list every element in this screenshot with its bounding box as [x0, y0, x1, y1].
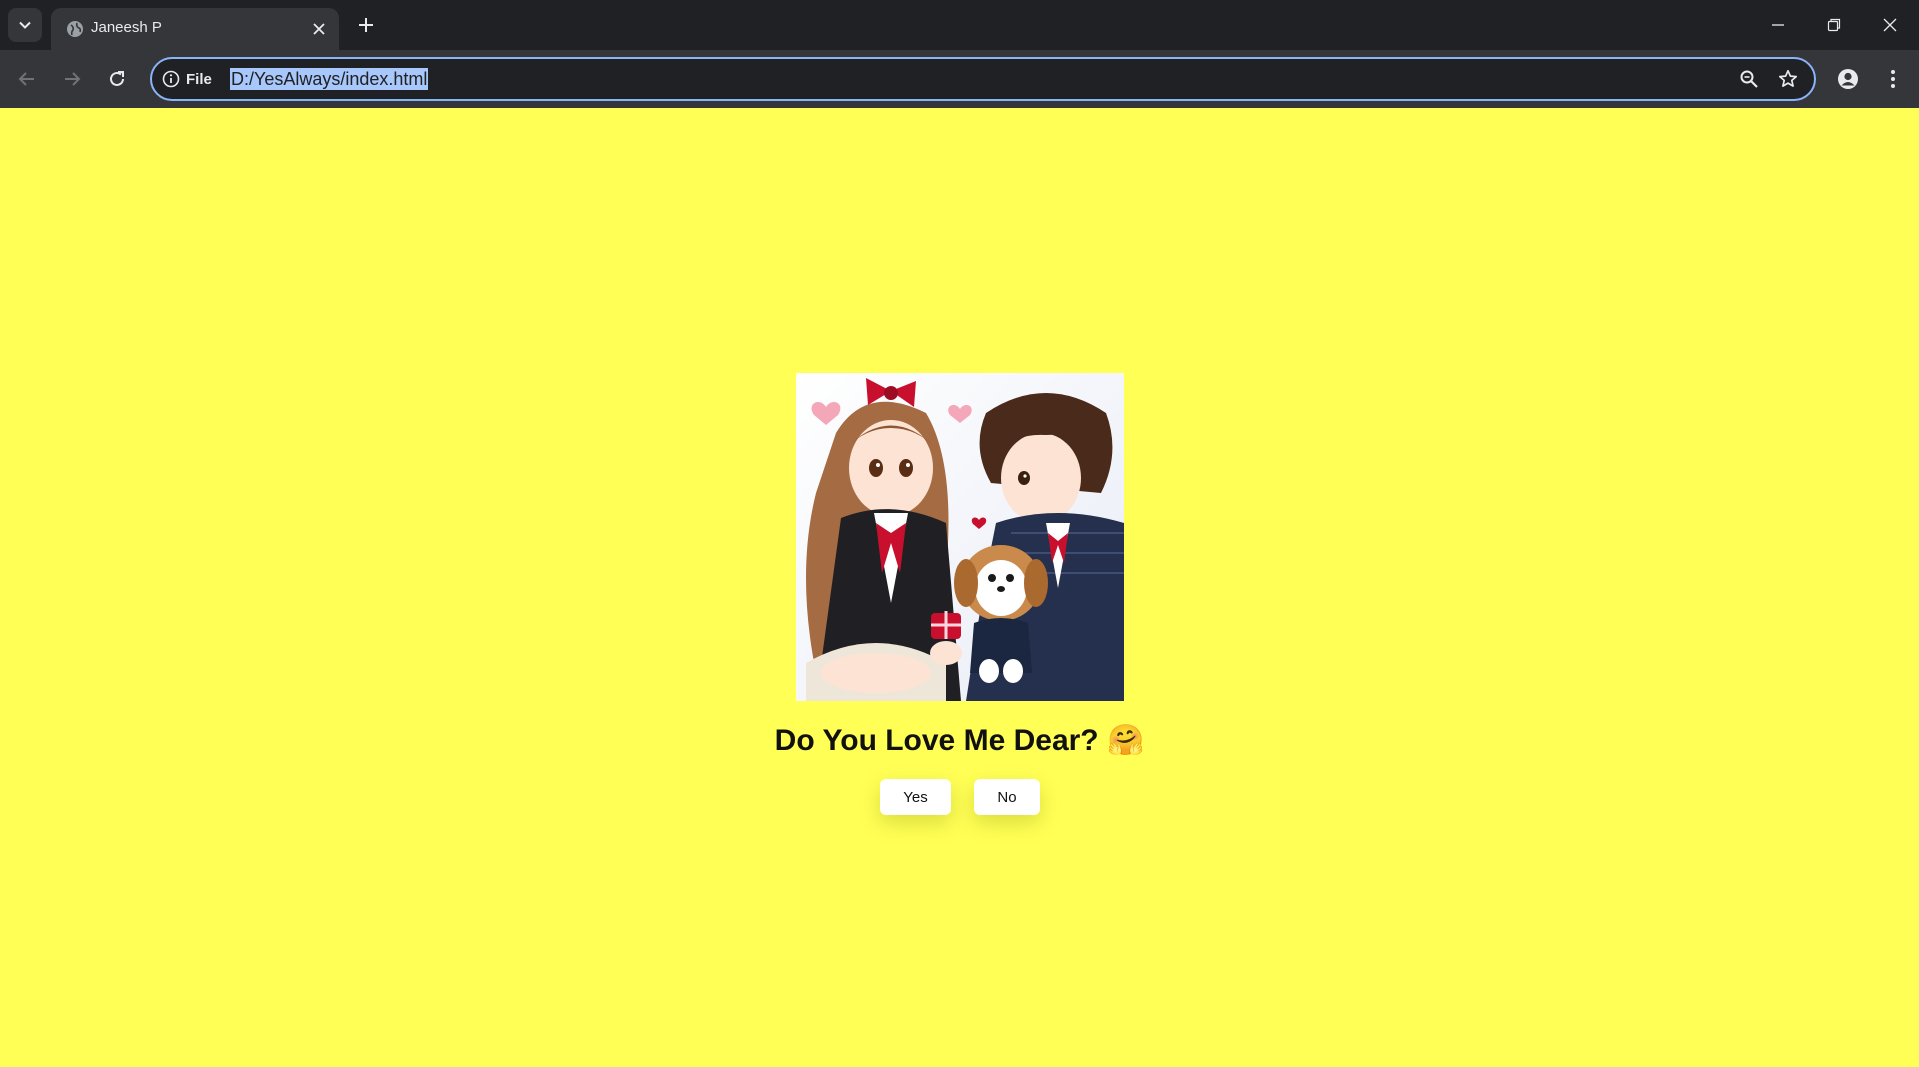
- couple-illustration: [796, 373, 1124, 701]
- close-icon: [1883, 18, 1897, 32]
- browser-toolbar: File D:/YesAlways/index.html: [0, 50, 1919, 108]
- url-text[interactable]: D:/YesAlways/index.html: [230, 68, 429, 90]
- restore-icon: [1827, 18, 1841, 32]
- close-window-button[interactable]: [1862, 0, 1918, 50]
- restore-button[interactable]: [1806, 0, 1862, 50]
- tab-close-button[interactable]: [309, 19, 329, 39]
- tab-strip: Janeesh P: [0, 0, 1919, 50]
- close-icon: [313, 23, 325, 35]
- minimize-icon: [1772, 24, 1784, 26]
- love-question: Do You Love Me Dear? 🤗: [774, 724, 1145, 757]
- zoom-icon: [1740, 70, 1758, 88]
- address-bar[interactable]: File D:/YesAlways/index.html: [150, 57, 1816, 101]
- reload-button[interactable]: [101, 63, 133, 95]
- zoom-button[interactable]: [1737, 67, 1761, 91]
- browser-menu-button[interactable]: [1877, 63, 1909, 95]
- tab-title: Janeesh P: [91, 19, 162, 36]
- forward-arrow-icon: [65, 72, 81, 86]
- reload-icon: [110, 71, 124, 86]
- anime-couple-image: [796, 373, 1124, 701]
- browser-tab[interactable]: Janeesh P: [51, 8, 339, 50]
- site-info-chip[interactable]: File: [162, 67, 212, 91]
- back-arrow-icon: [18, 72, 34, 86]
- star-icon: [1778, 69, 1798, 87]
- forward-button[interactable]: [56, 63, 88, 95]
- back-button[interactable]: [11, 63, 43, 95]
- page-content: Do You Love Me Dear? 🤗 Yes No: [0, 108, 1919, 1067]
- new-tab-button[interactable]: [353, 12, 379, 38]
- kebab-menu-icon: [1891, 70, 1895, 88]
- yes-button[interactable]: Yes: [880, 779, 951, 815]
- bookmark-button[interactable]: [1776, 67, 1800, 91]
- site-info-label: File: [186, 70, 212, 88]
- tab-search-button[interactable]: [8, 8, 42, 42]
- plus-icon: [359, 18, 373, 32]
- globe-icon: [67, 21, 83, 37]
- no-button[interactable]: No: [974, 779, 1040, 815]
- chevron-down-icon: [19, 21, 31, 29]
- minimize-button[interactable]: [1750, 0, 1806, 50]
- profile-icon: [1838, 69, 1858, 89]
- info-icon: [162, 70, 180, 88]
- profile-button[interactable]: [1832, 63, 1864, 95]
